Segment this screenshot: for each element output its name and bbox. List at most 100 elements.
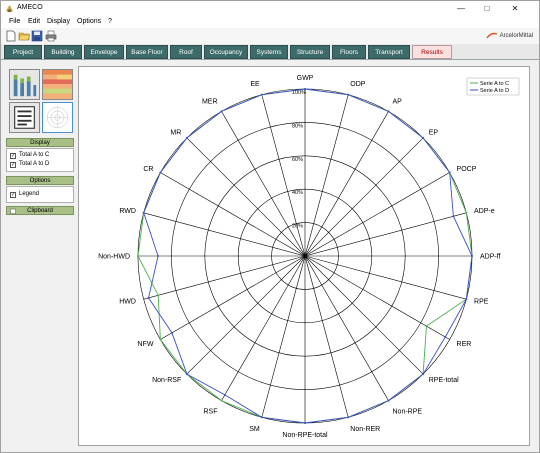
axis-label-ep: EP	[429, 130, 439, 137]
data-point	[304, 88, 306, 90]
open-folder-icon[interactable]	[18, 30, 30, 42]
total-a-to-d-label: Total A to D	[19, 161, 50, 167]
data-point	[185, 136, 188, 139]
menu-edit[interactable]: Edit	[28, 18, 40, 25]
app-icon	[5, 4, 14, 13]
save-icon[interactable]	[31, 30, 43, 42]
display-panel: ✓ Total A to C ✓ Total A to D	[6, 148, 74, 172]
data-point	[142, 211, 145, 214]
tab-transport[interactable]: Transport	[368, 45, 410, 59]
tab-floors[interactable]: Floors	[332, 45, 366, 59]
minimize-button[interactable]: —	[450, 1, 472, 16]
clipboard-label: Clipboard	[27, 207, 53, 214]
tab-envelope[interactable]: Envelope	[84, 45, 124, 59]
spoke-ep	[304, 137, 424, 257]
data-point	[304, 422, 306, 424]
spoke-non-rer	[304, 255, 349, 418]
brand-name: ArcelorMittal	[499, 32, 533, 39]
axis-label-cr: CR	[143, 166, 153, 173]
spoke-hwd	[143, 255, 306, 300]
spoke-odp	[304, 94, 349, 257]
data-point	[157, 294, 160, 297]
axis-label-gwp: GWP	[297, 75, 314, 82]
spoke-non-rpe	[304, 255, 389, 401]
axis-label-rpe: RPE	[474, 299, 489, 306]
total-a-to-c-checkbox[interactable]: ✓	[10, 153, 16, 159]
table-view-icon[interactable]	[9, 102, 40, 133]
data-point	[220, 399, 223, 402]
chart-area: 20% 40% 60% 80% 100% GWP ODP AP EP POCP ADP-e ADP-…	[78, 66, 530, 446]
ring-label: 100%	[292, 90, 306, 96]
data-point	[422, 373, 425, 376]
data-point	[387, 110, 390, 113]
sidebar: Display ✓ Total A to C ✓ Total A to D Op…	[6, 66, 74, 446]
data-point	[347, 93, 350, 96]
spoke-sm	[261, 255, 306, 418]
total-a-to-d-checkbox[interactable]: ✓	[10, 162, 16, 168]
data-point	[465, 211, 468, 214]
data-point	[452, 215, 455, 218]
tab-project[interactable]: Project	[4, 45, 42, 59]
menu-options[interactable]: Options	[77, 18, 101, 25]
clipboard-icon	[10, 208, 16, 214]
tab-base-floor[interactable]: Base Floor	[126, 45, 168, 59]
legend-label: Serie A to D	[480, 88, 509, 94]
menu-file[interactable]: File	[9, 18, 20, 25]
menu-help[interactable]: ?	[108, 18, 112, 25]
tab-occupancy[interactable]: Occupancy	[204, 45, 248, 59]
tab-roof[interactable]: Roof	[170, 45, 202, 59]
data-point	[170, 331, 173, 334]
tab-structure[interactable]: Structure	[290, 45, 330, 59]
maximize-button[interactable]: □	[476, 1, 498, 16]
print-icon[interactable]	[45, 30, 57, 42]
tab-building[interactable]: Building	[44, 45, 82, 59]
data-point	[159, 171, 162, 174]
spoke-rwd	[143, 212, 306, 257]
axis-label-rpe-total: RPE-total	[429, 377, 459, 384]
axis-label-mr: MR	[170, 130, 181, 137]
ring-label: 20%	[292, 224, 303, 230]
radar-chart: 20% 40% 60% 80% 100% GWP ODP AP EP POCP ADP-e ADP-…	[98, 75, 520, 439]
spoke-rpe-total	[304, 255, 424, 375]
tab-results[interactable]: Results	[412, 45, 452, 59]
display-panel-header[interactable]: Display	[6, 138, 74, 147]
bar-chart-view-icon[interactable]	[9, 69, 40, 100]
axis-label-sm: SM	[249, 426, 260, 433]
axis-label-adp-ff: ADP-ff	[480, 253, 501, 260]
menu-bar: File Edit Display Options ?	[1, 16, 539, 28]
ring-label: 60%	[292, 157, 303, 163]
brand-logo: ArcelorMittal	[486, 32, 533, 39]
options-panel: ✓ Legend	[6, 186, 74, 203]
window-title: AMECO	[17, 4, 43, 11]
data-point	[223, 393, 226, 396]
data-point	[425, 325, 428, 328]
spoke-nfw	[160, 255, 306, 340]
spoke-rpe	[304, 255, 467, 300]
new-file-icon[interactable]	[5, 30, 17, 42]
data-point	[260, 93, 263, 96]
data-point	[465, 298, 468, 301]
menu-display[interactable]: Display	[47, 18, 70, 25]
axis-label-hwd: HWD	[119, 299, 136, 306]
data-point	[347, 416, 350, 419]
tab-systems[interactable]: Systems	[250, 45, 288, 59]
spoke-rsf	[221, 255, 306, 401]
clipboard-panel-header[interactable]: Clipboard	[6, 206, 74, 215]
axis-label-adp-e: ADP-e	[474, 208, 495, 215]
data-point	[444, 335, 447, 338]
data-point	[387, 399, 390, 402]
radar-ring-labels: 20% 40% 60% 80% 100%	[292, 90, 306, 230]
ring-label: 80%	[292, 123, 303, 129]
toolbar: ArcelorMittal	[1, 28, 539, 44]
spoke-cr	[160, 172, 306, 257]
spoke-ee	[261, 94, 306, 257]
options-panel-header[interactable]: Options	[6, 176, 74, 185]
axis-label-odp: ODP	[350, 81, 366, 88]
close-button[interactable]: ✕	[504, 1, 526, 16]
legend-checkbox[interactable]: ✓	[10, 192, 16, 198]
total-a-to-c-label: Total A to C	[19, 152, 50, 158]
heatmap-view-icon[interactable]	[42, 69, 73, 100]
data-point	[422, 136, 425, 139]
radar-view-icon[interactable]	[42, 102, 73, 133]
axis-label-rer: RER	[457, 341, 472, 348]
